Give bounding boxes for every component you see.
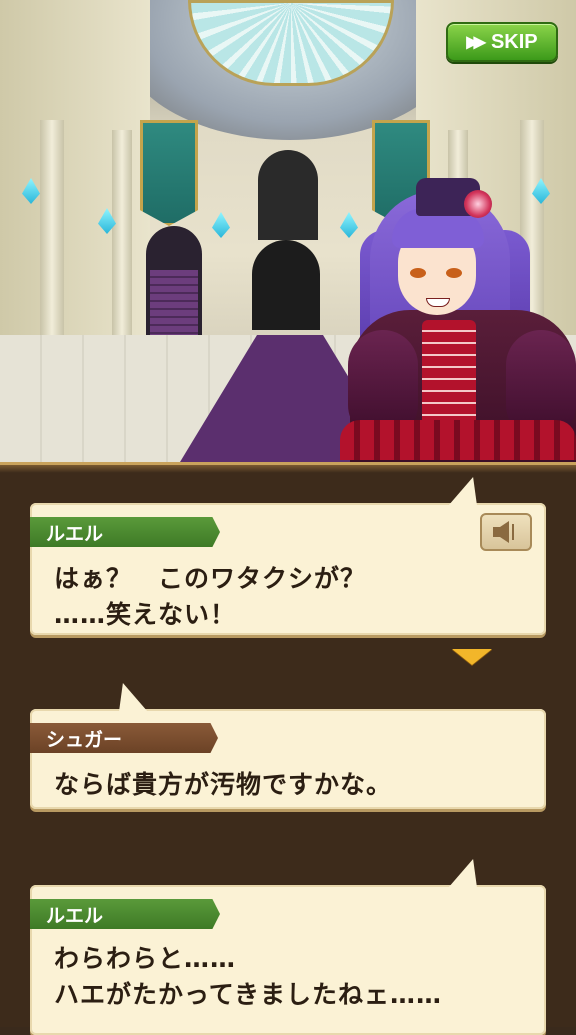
dialogue-log: ルエル はぁ？ このワタクシが？ ……笑えない！ シュガー ならば貴方が汚物です… — [0, 462, 576, 1035]
upper-doorway — [258, 150, 318, 240]
lower-doorway — [252, 240, 320, 330]
speaker-nameplate: ルエル — [30, 517, 220, 547]
speaker-nameplate: シュガー — [30, 723, 218, 753]
voice-play-button[interactable] — [480, 513, 532, 551]
dialogue-line: ……笑えない！ — [54, 600, 237, 629]
skip-label: SKIP — [490, 30, 538, 53]
dialogue-line: ハエがたかってきましたねェ…… — [54, 980, 443, 1009]
dialogue-bubble[interactable]: ルエル わらわらと…… ハエがたかってきましたねェ…… — [30, 885, 546, 1035]
character-portrait — [330, 170, 576, 462]
background-scene — [0, 0, 576, 462]
dialogue-bubble[interactable]: シュガー ならば貴方が汚物ですかな。 — [30, 709, 546, 809]
skip-button[interactable]: ▶▶ SKIP — [446, 22, 558, 62]
crystal-lamp-icon — [212, 212, 230, 238]
dialogue-line: ならば貴方が汚物ですかな。 — [54, 770, 393, 799]
skirt-ruffle — [340, 420, 576, 460]
fast-forward-icon: ▶▶ — [466, 34, 485, 51]
pillar-left-inner — [112, 130, 132, 340]
speaker-icon — [493, 521, 514, 543]
banner-left — [140, 120, 198, 226]
dialogue-bubble[interactable]: ルエル はぁ？ このワタクシが？ ……笑えない！ — [30, 503, 546, 635]
hat-flower-icon — [464, 190, 492, 218]
eye-left — [410, 268, 426, 278]
dialogue-line: はぁ？ このワタクシが？ — [54, 564, 367, 593]
eye-right — [446, 268, 462, 278]
speaker-nameplate: ルエル — [30, 899, 220, 929]
pillar-left — [40, 120, 64, 350]
next-page-triangle-icon[interactable] — [452, 649, 492, 665]
left-staircase — [150, 270, 198, 336]
dialogue-line: わらわらと…… — [54, 944, 237, 973]
